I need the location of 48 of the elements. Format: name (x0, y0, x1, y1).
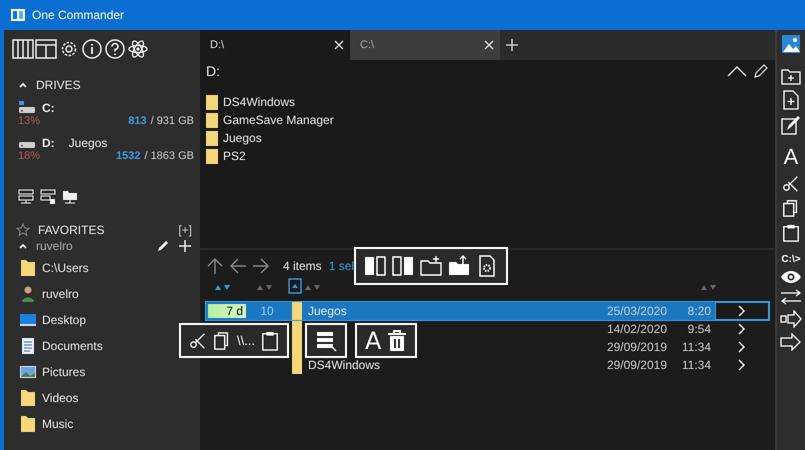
group-name[interactable]: ruvelro (36, 239, 148, 253)
name-cell: Juegos (308, 304, 347, 318)
rename-button[interactable]: A (365, 326, 382, 354)
folder-item[interactable]: Juegos (206, 129, 769, 147)
total-space: / 931 GB (150, 115, 194, 127)
time-cell-text: 8:20 (686, 304, 711, 318)
favorite-item[interactable]: Documents (4, 333, 200, 359)
window-title: One Commander (32, 8, 124, 22)
favorite-item[interactable]: ruvelro (4, 281, 200, 307)
time-cell-text: 9:54 (686, 322, 711, 336)
selection-count: 1 sel (328, 258, 354, 272)
terminal-button[interactable]: C:\> (781, 254, 801, 265)
name-cell: DS4Windows (308, 358, 380, 372)
free-space: 813 (128, 115, 147, 127)
favorite-item[interactable]: C:\Users (4, 255, 200, 281)
path-label[interactable]: D: (206, 63, 721, 79)
favorite-item[interactable]: Desktop (4, 307, 200, 333)
folder-item[interactable]: DS4Windows (206, 93, 769, 111)
rename-button[interactable]: A (784, 146, 798, 168)
drive-letter[interactable]: D: (42, 136, 55, 150)
file-row[interactable]: 7 d 10 Juegos 25/03/2020 8:20 (206, 302, 769, 320)
favorite-item[interactable]: Pictures (4, 359, 200, 385)
folder-item[interactable]: GameSave Manager (206, 111, 769, 129)
tab[interactable]: D:\ (200, 30, 350, 60)
date-cell-text: 25/03/2020 (606, 304, 667, 318)
date-cell-text: 29/09/2019 (606, 358, 667, 372)
time-cell-text: 11:34 (680, 358, 711, 372)
date-cell-text: 29/09/2019 (606, 340, 667, 354)
date-cell-text: 14/02/2020 (606, 322, 667, 336)
age-cell: 7 d (208, 304, 246, 318)
favorite-item[interactable]: Videos (4, 385, 200, 411)
copy-path-button[interactable]: \\... (237, 333, 256, 348)
file-row[interactable]: DS4Windows 29/09/2019 11:34 (206, 356, 769, 374)
time-cell-text: 11:34 (680, 340, 711, 354)
section-title: DRIVES (36, 78, 81, 92)
total-space: / 1863 GB (144, 150, 194, 162)
favorite-item[interactable]: Music (4, 411, 200, 437)
usage-percent: 13% (18, 115, 42, 127)
section-title: FAVORITES (38, 223, 104, 237)
item-count: 4 items (283, 258, 322, 272)
count-cell: 10 (260, 304, 274, 318)
usage-percent: 18% (18, 150, 42, 162)
drive-letter[interactable]: C: (42, 101, 55, 115)
free-space: 1532 (116, 150, 140, 162)
add-favorite-button[interactable]: [+] (178, 223, 192, 237)
tab[interactable]: C:\ (350, 30, 500, 60)
drive-label[interactable]: Juegos (68, 136, 108, 150)
folder-item[interactable]: PS2 (206, 147, 769, 165)
